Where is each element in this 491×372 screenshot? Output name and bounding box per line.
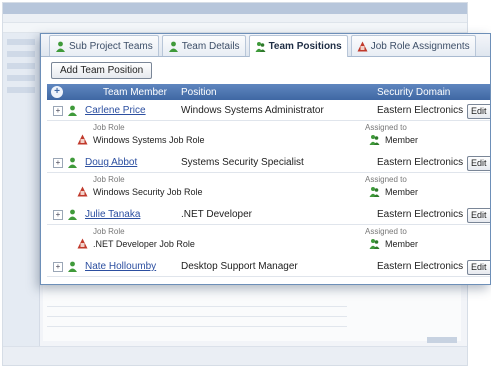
background-row: [47, 309, 347, 317]
background-sidebar: [3, 33, 40, 365]
security-domain-text: Eastern Electronics: [377, 157, 464, 168]
expand-toggle[interactable]: +: [53, 106, 63, 116]
background-menubar: [3, 14, 467, 23]
edit-button[interactable]: Edit: [467, 104, 490, 119]
security-domain-text: Eastern Electronics: [377, 261, 464, 272]
job-role-name: Windows Systems Job Role: [93, 135, 205, 145]
person-icon: [68, 157, 77, 168]
assigned-to-value: Member: [385, 187, 419, 197]
tab-job-role-assignments[interactable]: Job Role Assignments: [350, 35, 476, 56]
tab-team-positions[interactable]: Team Positions: [248, 35, 348, 57]
people-icon: [255, 42, 266, 52]
column-header-security-domain[interactable]: Security Domain: [377, 87, 450, 98]
person-icon: [68, 209, 77, 220]
add-row-icon[interactable]: +: [51, 86, 63, 98]
position-text: Systems Security Specialist: [181, 157, 304, 168]
person-icon: [168, 41, 178, 52]
job-role-label: Job Role: [93, 123, 125, 132]
people-icon: [369, 187, 380, 197]
tab-sub-project-teams[interactable]: Sub Project Teams: [49, 35, 159, 56]
grid-header: + Team Member Position Security Domain: [47, 84, 490, 100]
background-row: [47, 319, 347, 327]
expand-toggle[interactable]: +: [53, 262, 63, 272]
assigned-to-value: Member: [385, 239, 419, 249]
job-role-name: Windows Security Job Role: [93, 187, 203, 197]
background-logo: [427, 337, 457, 343]
assigned-to-value: Member: [385, 135, 419, 145]
job-role-icon: [77, 186, 88, 197]
team-panel: Sub Project Teams Team Details Team Posi…: [40, 33, 491, 285]
security-domain-text: Eastern Electronics: [377, 105, 464, 116]
tab-label: Team Positions: [268, 41, 342, 52]
people-icon: [369, 239, 380, 249]
people-icon: [369, 135, 380, 145]
team-member-link[interactable]: Julie Tanaka: [85, 209, 140, 220]
edit-button[interactable]: Edit: [467, 156, 490, 171]
security-domain-text: Eastern Electronics: [377, 209, 464, 220]
position-text: Desktop Support Manager: [181, 261, 298, 272]
edit-button[interactable]: Edit: [467, 260, 490, 275]
person-icon: [56, 41, 65, 52]
assigned-to-label: Assigned to: [365, 227, 407, 236]
job-role-icon: [77, 134, 88, 145]
tab-strip: Sub Project Teams Team Details Team Posi…: [41, 34, 490, 57]
row-detail: Job Role Assigned to Windows Security Jo…: [47, 174, 490, 202]
tab-label: Sub Project Teams: [69, 40, 153, 52]
assigned-to-label: Assigned to: [365, 123, 407, 132]
table-row: + Nate Holloumby Desktop Support Manager…: [47, 258, 490, 277]
team-member-link[interactable]: Carlene Price: [85, 105, 146, 116]
person-icon: [68, 105, 77, 116]
job-role-label: Job Role: [93, 227, 125, 236]
expand-toggle[interactable]: +: [53, 210, 63, 220]
table-row: + Julie Tanaka .NET Developer Eastern El…: [47, 206, 490, 225]
background-row: [47, 299, 347, 307]
column-header-position[interactable]: Position: [181, 87, 217, 98]
table-row: + Doug Abbot Systems Security Specialist…: [47, 154, 490, 173]
job-role-icon: [77, 238, 88, 249]
team-member-link[interactable]: Nate Holloumby: [85, 261, 156, 272]
assigned-to-label: Assigned to: [365, 175, 407, 184]
column-header-team-member[interactable]: Team Member: [103, 87, 167, 98]
tab-team-details[interactable]: Team Details: [161, 35, 246, 56]
expand-toggle[interactable]: +: [53, 158, 63, 168]
add-team-position-button[interactable]: Add Team Position: [51, 62, 153, 79]
tab-label: Job Role Assignments: [370, 40, 470, 52]
job-role-name: .NET Developer Job Role: [93, 239, 195, 249]
team-member-link[interactable]: Doug Abbot: [85, 157, 137, 168]
row-detail: Job Role Assigned to Windows Systems Job…: [47, 122, 490, 150]
position-text: Windows Systems Administrator: [181, 105, 324, 116]
position-text: .NET Developer: [181, 209, 252, 220]
tab-label: Team Details: [181, 40, 240, 52]
table-row: + Carlene Price Windows Systems Administ…: [47, 102, 490, 121]
background-titlebar: [3, 3, 467, 14]
background-toolbar: [3, 23, 467, 33]
edit-button[interactable]: Edit: [467, 208, 490, 223]
row-detail: Job Role Assigned to .NET Developer Job …: [47, 226, 490, 254]
background-statusbar: [3, 346, 467, 365]
person-icon: [68, 261, 77, 272]
job-role-icon: [357, 41, 368, 51]
job-role-label: Job Role: [93, 175, 125, 184]
